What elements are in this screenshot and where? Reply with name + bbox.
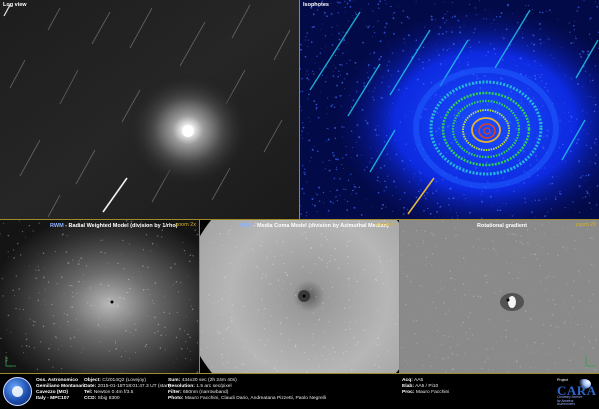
rotational-title: Rotational gradient xyxy=(477,223,528,229)
rwm-image xyxy=(0,220,199,373)
rwm-zoom-label: zoom 2x xyxy=(175,222,196,228)
observatory-line: Italy - MPC107 xyxy=(36,396,70,402)
frame-divider-vertical-right xyxy=(399,220,400,373)
isophotes-title: Isophotes xyxy=(303,2,329,8)
object-info: Object: C/2014Q2 (Lovejoy) Date: 2015-01… xyxy=(84,378,171,402)
log-view-panel: Log view xyxy=(0,0,299,219)
cara-subtitle: Cometary Archive for Amateur Astronomers xyxy=(557,395,583,407)
mcm-title-main: MCM xyxy=(239,223,253,229)
cara-logo-icon: Project CARA Cometary Archive for Amateu… xyxy=(555,377,596,407)
photo-row: Photo: Mauro Facchini, Claudi Dario, And… xyxy=(168,396,326,402)
mcm-image xyxy=(200,220,399,373)
rwm-panel: RWM - Radial Weighted Model (division by… xyxy=(0,220,199,373)
log-view-title: Log view xyxy=(3,2,27,8)
rotational-panel: Rotational gradient zoom 2x xyxy=(400,220,599,373)
rwm-title-main: RWM xyxy=(50,223,64,229)
frame-divider-vertical-top xyxy=(299,0,300,220)
ccd-row: CCD: Sbig 8300 xyxy=(84,396,120,402)
rotational-zoom-label: zoom 2x xyxy=(575,222,596,228)
proc-row: Proc: Mauro Facchini xyxy=(402,390,450,396)
mcm-title: MCM - Media Coma Model (division by Azim… xyxy=(239,223,389,230)
observatory-info: Oss. Astronomico Gemiliano Montanari Cav… xyxy=(36,378,84,402)
rwm-title: RWM - Radial Weighted Model (division by… xyxy=(50,223,178,230)
observatory-seal-icon xyxy=(3,377,32,406)
rwm-title-rest: - Radial Weighted Model (division by 1/r… xyxy=(63,223,178,229)
isophotes-image xyxy=(300,0,599,219)
acquisition-info: Sum: 434x20 sec (2h 24m 40s) Resolution:… xyxy=(168,378,326,402)
mcm-panel: MCM - Media Coma Model (division by Azim… xyxy=(200,220,399,373)
log-view-image xyxy=(0,0,299,219)
cara-project-label: Project xyxy=(557,378,569,382)
mcm-title-rest: - Media Coma Model (division by Azimutha… xyxy=(252,223,389,229)
rotational-image xyxy=(400,220,599,373)
frame-divider-vertical-left xyxy=(199,220,200,373)
frame-divider-horizontal xyxy=(0,219,599,220)
mcm-zoom-label: zoom 2x xyxy=(375,222,396,228)
info-footer: Oss. Astronomico Gemiliano Montanari Cav… xyxy=(0,373,599,409)
isophotes-panel: Isophotes xyxy=(300,0,599,219)
processing-info: Acq: AA5 Elab: AA5 / Pi10 Proc: Mauro Fa… xyxy=(402,378,449,396)
